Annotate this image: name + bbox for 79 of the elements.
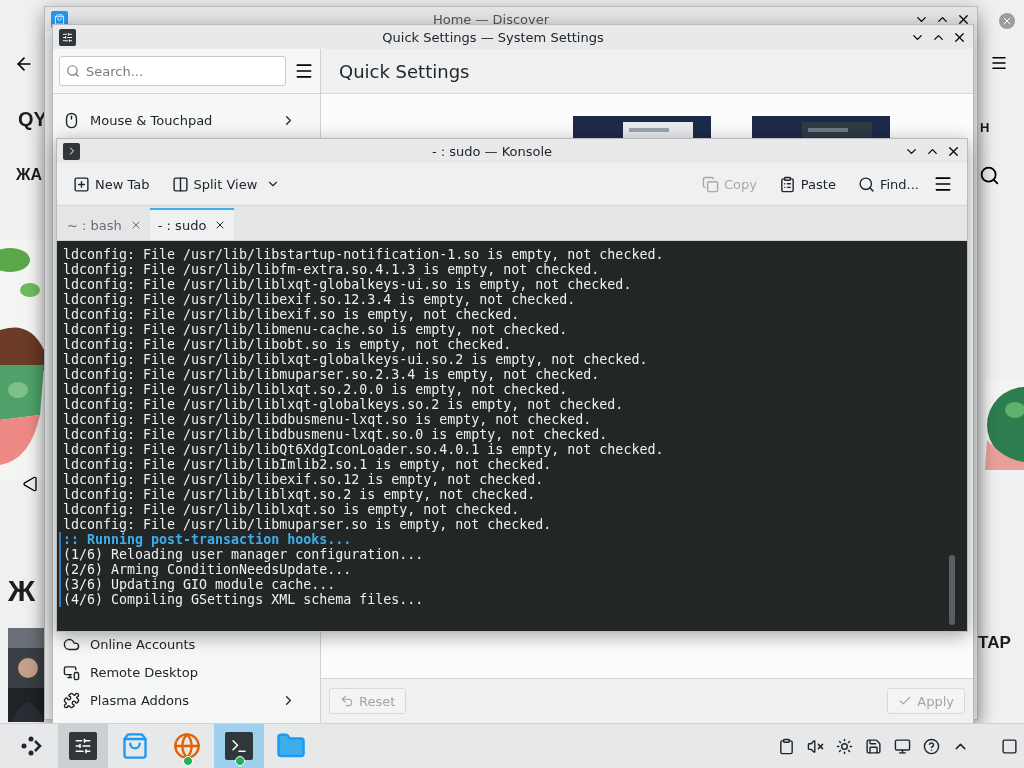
- app-icon: [63, 142, 80, 160]
- terminal-line: :: Running post-transaction hooks...: [59, 532, 945, 547]
- terminal-line: ldconfig: File /usr/lib/libImlib2.so.1 is empty, not checked.: [62, 457, 553, 472]
- taskbar-item[interactable]: [214, 724, 264, 768]
- terminal-line: ldconfig: File /usr/lib/liblxqt.so.2.0.0 is empty, not checked.: [62, 382, 569, 397]
- status-badge: [183, 756, 193, 766]
- sidebar-item[interactable]: Plasma Addons: [53, 686, 306, 714]
- menu-icon[interactable]: [933, 174, 953, 194]
- globe-icon: [173, 732, 201, 760]
- terminal-line: ldconfig: File /usr/lib/libstartup-notification-1.so is empty, not checked.: [62, 247, 665, 262]
- search-icon: [857, 175, 875, 193]
- terminal-tab[interactable]: ~ : bash: [59, 208, 150, 240]
- window-title: Home — Discover: [431, 11, 551, 27]
- terminal-line: (3/6) Updating GIO module cache...: [59, 577, 945, 592]
- app-icon: [59, 28, 76, 46]
- terminal-line: ldconfig: File /usr/lib/libexif.so.12.3.4 is empty, not checked.: [62, 292, 577, 307]
- launcher-icon: [20, 735, 42, 757]
- terminal-line: ldconfig: File /usr/lib/libmuparser.so is empty, not checked.: [62, 517, 553, 532]
- mouse-icon: [63, 111, 80, 129]
- terminal-line: ldconfig: File /usr/lib/libdbusmenu-lxqt.so is empty, not checked.: [62, 412, 593, 427]
- taskbar-item[interactable]: [58, 724, 108, 768]
- split-view-icon: [171, 175, 189, 193]
- terminal-line: ldconfig: File /usr/lib/liblxqt.so is empty, not checked.: [62, 502, 521, 517]
- window-title: Quick Settings — System Settings: [381, 29, 605, 45]
- heading-text: Н: [980, 120, 990, 135]
- sliders-icon: [69, 732, 97, 760]
- sidebar-item[interactable]: Online Accounts: [53, 630, 306, 658]
- split-button[interactable]: Split View: [163, 169, 289, 199]
- puzzle-icon: [63, 691, 80, 709]
- page-heading: Quick Settings: [321, 49, 973, 94]
- new-tab-button[interactable]: New Tab: [65, 169, 158, 199]
- search-field[interactable]: Search...: [59, 56, 286, 86]
- heading-text: QY: [18, 108, 47, 131]
- terminal-line: ldconfig: File /usr/lib/libfm-extra.so.4.1.3 is empty, not checked.: [62, 262, 601, 277]
- terminal-line: ldconfig: File /usr/lib/libdbusmenu-lxqt.so.0 is empty, not checked.: [62, 427, 609, 442]
- heading-text: ТАР: [978, 633, 1011, 653]
- terminal-line: (1/6) Reloading user manager configuration...: [59, 547, 945, 562]
- muted-speaker-icon[interactable]: [807, 737, 824, 755]
- window-title: - : sudo — Konsole: [430, 143, 554, 159]
- remote-desktop-icon: [63, 663, 80, 681]
- terminal-tab[interactable]: - : sudo: [149, 208, 235, 240]
- clipboard-icon: [778, 175, 796, 193]
- terminal-line: ldconfig: File /usr/lib/libmenu-cache.so is empty, not checked.: [62, 322, 569, 337]
- terminal-icon: [225, 732, 253, 760]
- menu-icon[interactable]: [990, 54, 1008, 72]
- check-icon: [898, 694, 913, 708]
- previous-icon[interactable]: [22, 476, 38, 492]
- terminal-line: ldconfig: File /usr/lib/libexif.so is empty, not checked.: [62, 307, 521, 322]
- heading-text: Ж: [8, 574, 36, 608]
- sidebar-item[interactable]: Remote Desktop: [53, 658, 306, 686]
- menu-icon[interactable]: [294, 61, 314, 81]
- close-icon: [1001, 15, 1013, 27]
- terminal-line: ldconfig: File /usr/lib/libexif.so.12 is empty, not checked.: [62, 472, 545, 487]
- terminal-line: (2/6) Arming ConditionNeedsUpdate...: [59, 562, 945, 577]
- terminal-line: ldconfig: File /usr/lib/libQt6XdgIconLoader.so.4.0.1 is empty, not checked.: [62, 442, 665, 457]
- sidebar-item[interactable]: Mouse & Touchpad: [53, 106, 306, 134]
- show-desktop-icon[interactable]: [1001, 737, 1018, 755]
- heading-text: ЖА: [16, 166, 42, 184]
- copy-icon: [701, 175, 719, 193]
- shopping-bag-icon: [121, 732, 149, 760]
- brightness-icon[interactable]: [836, 737, 853, 755]
- status-badge: [235, 756, 245, 766]
- search-icon[interactable]: [979, 165, 1000, 186]
- terminal-line: ldconfig: File /usr/lib/liblxqt-globalkeys-ui.so.2 is empty, not checked.: [62, 352, 649, 367]
- terminal-line: ldconfig: File /usr/lib/liblxqt-globalkeys.so.2 is empty, not checked.: [62, 397, 625, 412]
- display-icon[interactable]: [894, 737, 911, 755]
- terminal-line: ldconfig: File /usr/lib/libmuparser.so.2.3.4 is empty, not checked.: [62, 367, 601, 382]
- find-button[interactable]: Find...: [849, 169, 927, 199]
- clipboard-icon[interactable]: [778, 737, 795, 755]
- paste-button[interactable]: Paste: [770, 169, 844, 199]
- help-icon[interactable]: [923, 737, 940, 755]
- scrollbar-thumb[interactable]: [949, 555, 955, 625]
- plus-icon: [73, 175, 90, 193]
- terminal-line: (4/6) Compiling GSettings XML schema files...: [59, 592, 945, 607]
- undo-icon: [340, 694, 354, 708]
- search-icon: [66, 64, 80, 78]
- terminal-line: ldconfig: File /usr/lib/libobt.so is empty, not checked.: [62, 337, 513, 352]
- terminal-line: ldconfig: File /usr/lib/liblxqt-globalkeys-ui.so is empty, not checked.: [62, 277, 633, 292]
- terminal-line: ldconfig: File /usr/lib/liblxqt.so.2 is empty, not checked.: [62, 487, 537, 502]
